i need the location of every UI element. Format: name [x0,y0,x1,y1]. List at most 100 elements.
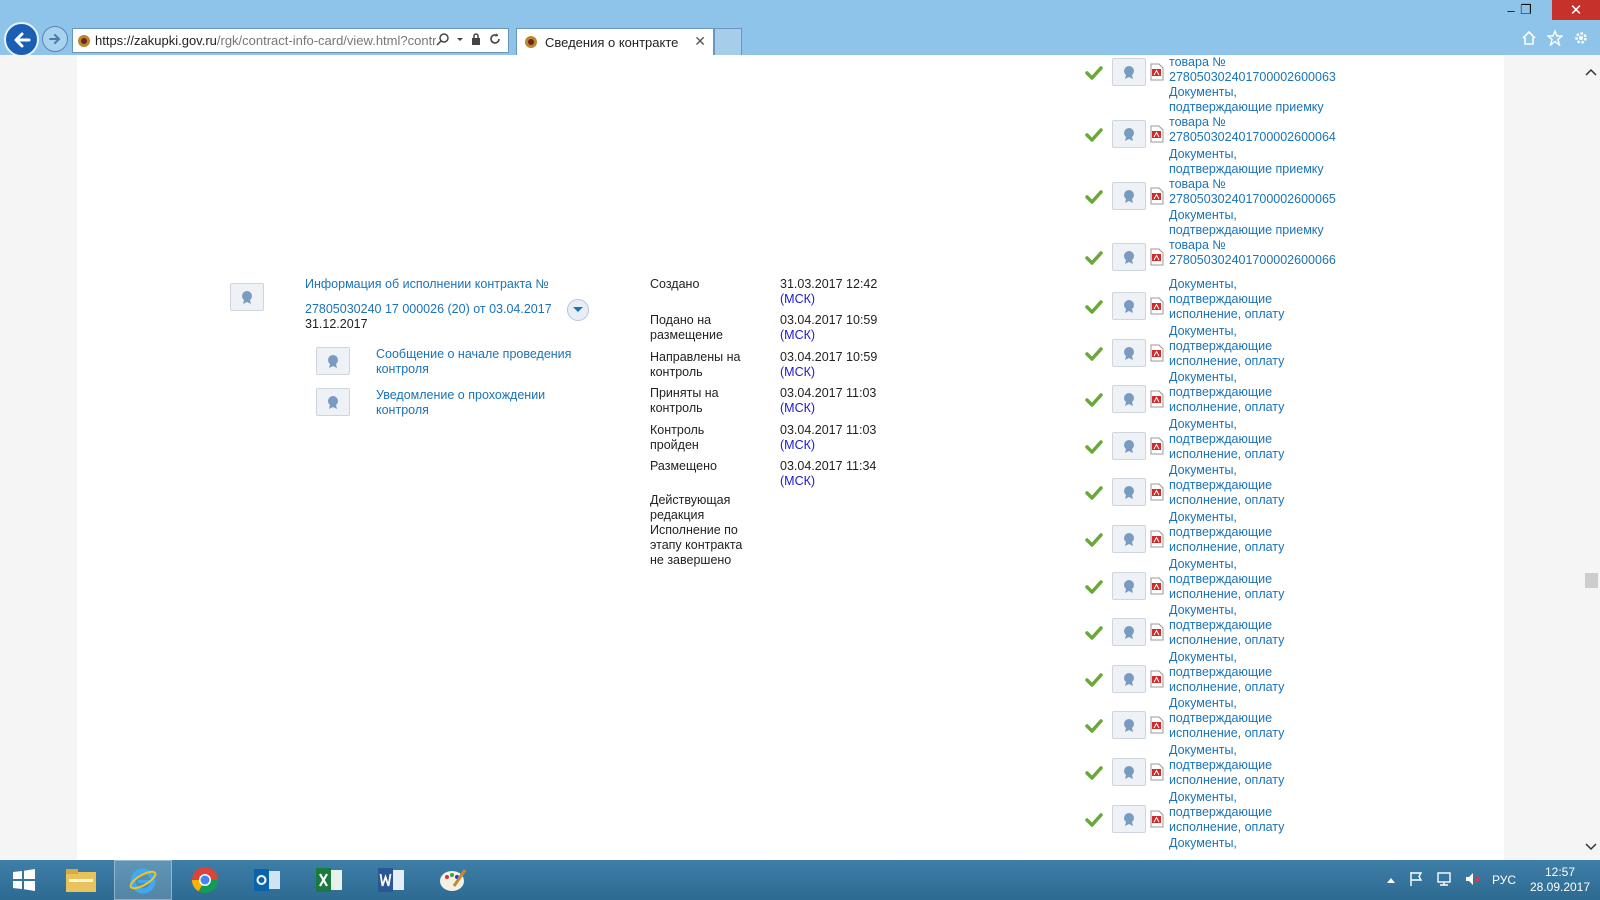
document-link[interactable]: Документы, подтверждающие исполнение, опла… [1169,603,1339,648]
internet-explorer-button[interactable] [114,860,172,900]
document-link[interactable]: Документы, подтверждающие исполнение, опла… [1169,650,1339,695]
scroll-down-icon[interactable] [1585,840,1597,854]
document-link[interactable]: Документы, подтверждающие приемку товара №… [1169,85,1339,145]
word-button[interactable] [362,860,420,900]
pdf-file-icon[interactable] [1150,530,1164,548]
timezone-link[interactable]: (МСК) [780,438,815,453]
pdf-file-icon[interactable] [1150,623,1164,641]
document-link[interactable]: Документы, подтверждающие исполнение, опла… [1169,370,1339,415]
tray-overflow-chevron-icon[interactable] [1386,873,1396,887]
signature-seal-icon[interactable] [1112,618,1146,647]
gear-icon[interactable] [1572,29,1590,47]
pdf-file-icon[interactable] [1150,437,1164,455]
document-link[interactable]: Документы, подтверждающие исполнение, опла… [1169,463,1339,508]
excel-button[interactable] [300,860,358,900]
pdf-file-icon[interactable] [1150,810,1164,828]
timezone-link[interactable]: (МСК) [780,401,815,416]
pdf-file-icon[interactable] [1150,483,1164,501]
signature-seal-icon[interactable] [1112,243,1146,271]
signature-seal-icon[interactable] [1112,758,1146,786]
close-window-button[interactable]: ✕ [1552,0,1600,20]
timezone-link[interactable]: (МСК) [780,292,815,307]
timezone-link[interactable]: (МСК) [780,365,815,380]
back-button[interactable] [4,22,39,57]
signature-seal-icon[interactable] [1112,478,1146,507]
pdf-file-icon[interactable] [1150,297,1164,315]
scrollbar-thumb[interactable] [1585,573,1598,588]
signature-seal-icon[interactable] [230,283,264,311]
address-bar[interactable]: https://zakupki.gov.ru/rgk/contract-info… [72,28,509,53]
timezone-link[interactable]: (МСК) [780,474,815,489]
document-link[interactable]: Документы, подтверждающие приемку товара №… [1169,147,1339,207]
action-center-flag-icon[interactable] [1408,871,1424,890]
signature-seal-icon[interactable] [1112,804,1146,833]
lock-icon[interactable] [470,32,482,49]
pdf-file-icon[interactable] [1150,344,1164,362]
pdf-file-icon[interactable] [1150,670,1164,688]
document-link[interactable]: Документы, подтверждающие исполнение, опла… [1169,277,1339,322]
signature-seal-icon[interactable] [1112,292,1146,320]
close-tab-icon[interactable]: ✕ [694,33,706,50]
signature-seal-icon[interactable] [1112,431,1146,460]
control-passed-notice-link[interactable]: Уведомление о прохождении контроля [376,388,576,418]
pdf-file-icon[interactable] [1150,248,1164,266]
contract-execution-link[interactable]: Информация об исполнении контракта № [305,277,549,291]
new-tab-button[interactable] [714,28,742,55]
signature-seal-icon[interactable] [1112,181,1146,210]
chrome-button[interactable] [176,860,234,900]
document-link[interactable]: Документы, подтверждающие исполнение, опла… [1169,324,1339,369]
signature-seal-icon[interactable] [316,347,350,375]
paint-button[interactable] [424,860,482,900]
signature-seal-icon[interactable] [1112,58,1146,86]
signature-seal-icon[interactable] [1112,338,1146,367]
pdf-file-icon[interactable] [1150,763,1164,781]
outlook-button[interactable] [238,860,296,900]
signature-seal-icon[interactable] [1112,525,1146,553]
document-link[interactable]: Документы, подтверждающие исполнение, опла… [1169,510,1339,555]
pdf-file-icon[interactable] [1150,716,1164,734]
paint-palette-icon [440,869,467,891]
volume-muted-icon[interactable] [1464,871,1480,890]
document-link[interactable]: Документы, [1169,836,1339,851]
chevron-down-icon[interactable] [456,32,464,49]
start-button[interactable] [0,860,48,900]
url-text[interactable]: https://zakupki.gov.ru/rgk/contract-info… [95,33,436,48]
tab-contract-info[interactable]: Сведения о контракте ✕ [516,28,714,55]
file-explorer-button[interactable] [52,860,110,900]
maximize-button[interactable]: ❐ [1514,0,1538,20]
pdf-file-icon[interactable] [1150,390,1164,408]
pdf-file-icon[interactable] [1150,63,1164,81]
search-icon[interactable] [436,32,450,49]
pdf-file-icon[interactable] [1150,187,1164,205]
document-link[interactable]: Документы, подтверждающие исполнение, опла… [1169,696,1339,741]
signature-seal-icon[interactable] [1112,711,1146,740]
document-link[interactable]: Документы, подтверждающие исполнение, опла… [1169,743,1339,788]
refresh-icon[interactable] [488,32,502,49]
document-link[interactable]: Документы, подтверждающие исполнение, опла… [1169,557,1339,602]
signature-seal-icon[interactable] [1112,571,1146,600]
contract-number-link[interactable]: 27805030240 17 000026 (20) от 03.04.2017 [305,302,552,316]
timezone-link[interactable]: (МСК) [780,328,815,343]
expand-chevron-button[interactable] [567,299,589,321]
forward-button[interactable] [42,26,68,52]
pdf-file-icon[interactable] [1150,125,1164,143]
document-link[interactable]: Документы, подтверждающие исполнение, опла… [1169,790,1339,835]
signature-seal-icon[interactable] [316,388,350,416]
signature-seal-icon[interactable] [1112,385,1146,414]
document-link-line: Документы, [1169,208,1237,222]
home-icon[interactable] [1520,29,1538,47]
system-clock[interactable]: 12:57 28.09.2017 [1522,865,1598,895]
document-link[interactable]: Документы, подтверждающие приемку товара №… [1169,208,1339,268]
network-icon[interactable] [1436,871,1452,890]
signature-seal-icon[interactable] [1112,664,1146,693]
document-link[interactable]: товара № 278050302401700002600063 [1169,55,1339,85]
scroll-up-icon[interactable] [1585,65,1597,79]
control-start-message-link[interactable]: Сообщение о начале проведения контроля [376,347,586,377]
pdf-file-icon[interactable] [1150,577,1164,595]
favorites-star-icon[interactable] [1546,29,1564,47]
input-language[interactable]: РУС [1492,873,1516,887]
document-link[interactable]: Документы, подтверждающие исполнение, опла… [1169,417,1339,462]
signature-seal-icon[interactable] [1112,120,1146,148]
windows-logo-icon [13,869,35,891]
vertical-scrollbar[interactable] [1582,55,1600,860]
